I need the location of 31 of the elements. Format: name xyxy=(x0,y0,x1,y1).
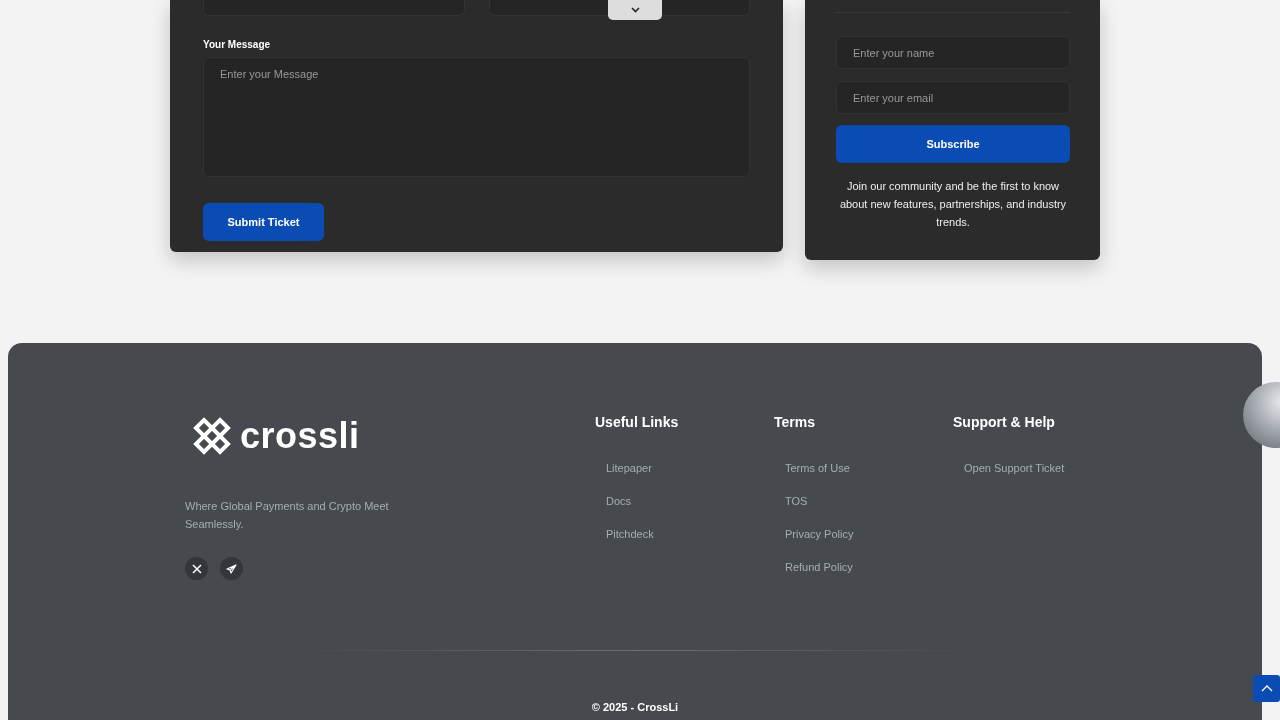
submit-button[interactable]: Submit Ticket xyxy=(203,203,324,241)
column-heading: Useful Links xyxy=(595,414,680,430)
x-link[interactable] xyxy=(185,557,208,580)
chevron-down-icon xyxy=(630,7,640,13)
telegram-link[interactable] xyxy=(220,557,243,580)
footer-link[interactable]: Terms of Use xyxy=(785,461,850,475)
column-heading: Terms xyxy=(774,414,816,430)
footer-link[interactable]: Refund Policy xyxy=(785,560,853,574)
subscribe-button[interactable]: Subscribe xyxy=(836,125,1070,163)
field-label: Your Message xyxy=(203,39,272,50)
footer-link[interactable]: Pitchdeck xyxy=(606,527,654,541)
paper-plane-icon xyxy=(226,563,237,574)
message-field[interactable]: Enter your Message xyxy=(203,57,750,177)
footer-link[interactable]: Privacy Policy xyxy=(785,527,854,541)
brand-logo[interactable]: crossli xyxy=(192,415,595,457)
copyright: © 2025 - CrossLi xyxy=(591,701,679,713)
collapse-menu[interactable] xyxy=(608,0,662,20)
name-field[interactable]: Enter your name xyxy=(836,36,1070,69)
sphere-drawing xyxy=(1242,382,1280,448)
footer-link[interactable]: Litepaper xyxy=(606,461,652,475)
tagline: Where Global Payments and Crypto Meet Seamlessly. xyxy=(185,499,390,532)
logo-mark-icon xyxy=(192,416,232,456)
scroll-top-button[interactable] xyxy=(1253,675,1280,702)
email-field[interactable]: Enter your email xyxy=(836,81,1070,114)
footer-link[interactable]: Docs xyxy=(606,494,632,508)
newsletter-note: Join our community and be the first to know about new features, partnerships, and industry trends. xyxy=(838,179,1068,230)
x-icon xyxy=(191,563,202,574)
chevron-up-icon xyxy=(1260,685,1273,692)
column-heading: Support & Help xyxy=(953,414,1056,430)
footer-link[interactable]: Open Support Ticket xyxy=(964,461,1065,475)
footer-link[interactable]: TOS xyxy=(785,494,808,508)
